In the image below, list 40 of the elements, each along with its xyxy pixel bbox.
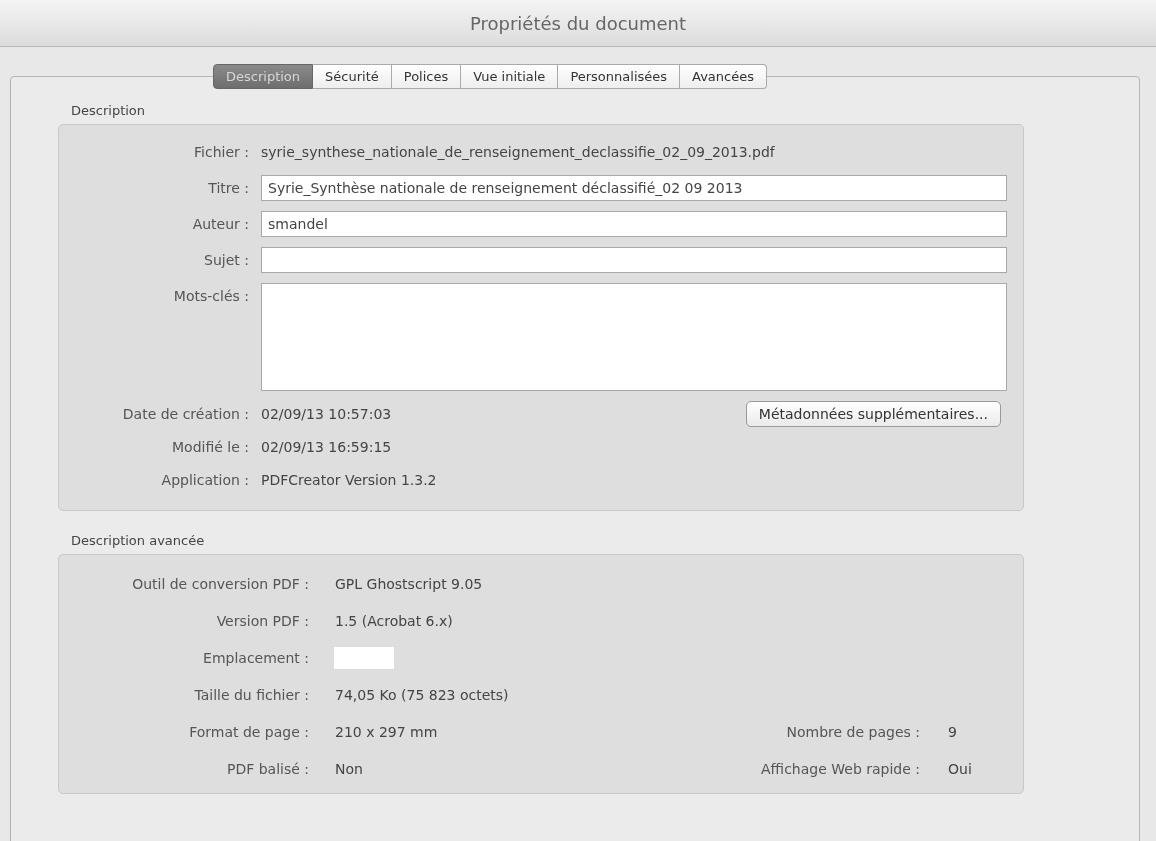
metadata-button[interactable]: Métadonnées supplémentaires... [745, 401, 1001, 427]
field-value: Oui [947, 760, 972, 777]
field-label: Outil de conversion PDF : [131, 575, 309, 592]
section-heading: Description [71, 103, 147, 118]
field-value: 9 [947, 723, 957, 740]
field-label: Modifié le : [171, 438, 250, 457]
tab[interactable]: Polices [391, 64, 462, 89]
input-field[interactable] [261, 247, 1007, 273]
tab[interactable]: Personnalisées [558, 64, 681, 89]
field-label: Format de page : [188, 723, 309, 740]
field-label: Auteur : [191, 215, 250, 234]
tab[interactable]: Avancées [680, 64, 767, 89]
input-field[interactable]: Syrie_Synthèse nationale de renseignement déclassifié_02 09 2013 [261, 175, 1007, 201]
field-label: Fichier : [193, 143, 250, 162]
field-value: PDFCreator Version 1.3.2 [261, 471, 437, 490]
field-value: 02/09/13 10:57:03 [261, 405, 392, 424]
field-label: Titre : [207, 179, 250, 198]
field-label: Sujet : [203, 251, 250, 270]
field-value: GPL Ghostscript 9.05 [334, 575, 484, 592]
field-value: 1.5 (Acrobat 6.x) [334, 612, 454, 629]
field-label: PDF balisé : [225, 760, 309, 777]
field-label: Date de création : [121, 405, 250, 424]
field-label: Mots-clés : [172, 287, 250, 306]
field-value: Non [334, 760, 364, 777]
field-value: 74,05 Ko (75 823 octets) [334, 686, 510, 703]
input-field[interactable]: smandel [261, 211, 1007, 237]
field-label: Nombre de pages : [785, 723, 920, 740]
field-label: Version PDF : [215, 612, 309, 629]
field-value: 02/09/13 16:59:15 [261, 438, 392, 457]
tab[interactable]: Vue initiale [461, 64, 559, 89]
field-value: syrie_synthese_nationale_de_renseignement_declassifie_02_09_2013.pdf [261, 143, 775, 162]
field-value: 210 x 297 mm [334, 723, 439, 740]
field-label: Affichage Web rapide : [760, 760, 920, 777]
window-title: Propriétés du document [469, 12, 687, 34]
text-area[interactable] [261, 283, 1007, 391]
tab[interactable]: Sécurité [313, 64, 392, 89]
field-label: Application : [160, 471, 250, 490]
field-label: Taille du fichier : [193, 686, 309, 703]
field-label: Emplacement : [202, 649, 309, 666]
section-heading: Description avancée [71, 533, 206, 548]
